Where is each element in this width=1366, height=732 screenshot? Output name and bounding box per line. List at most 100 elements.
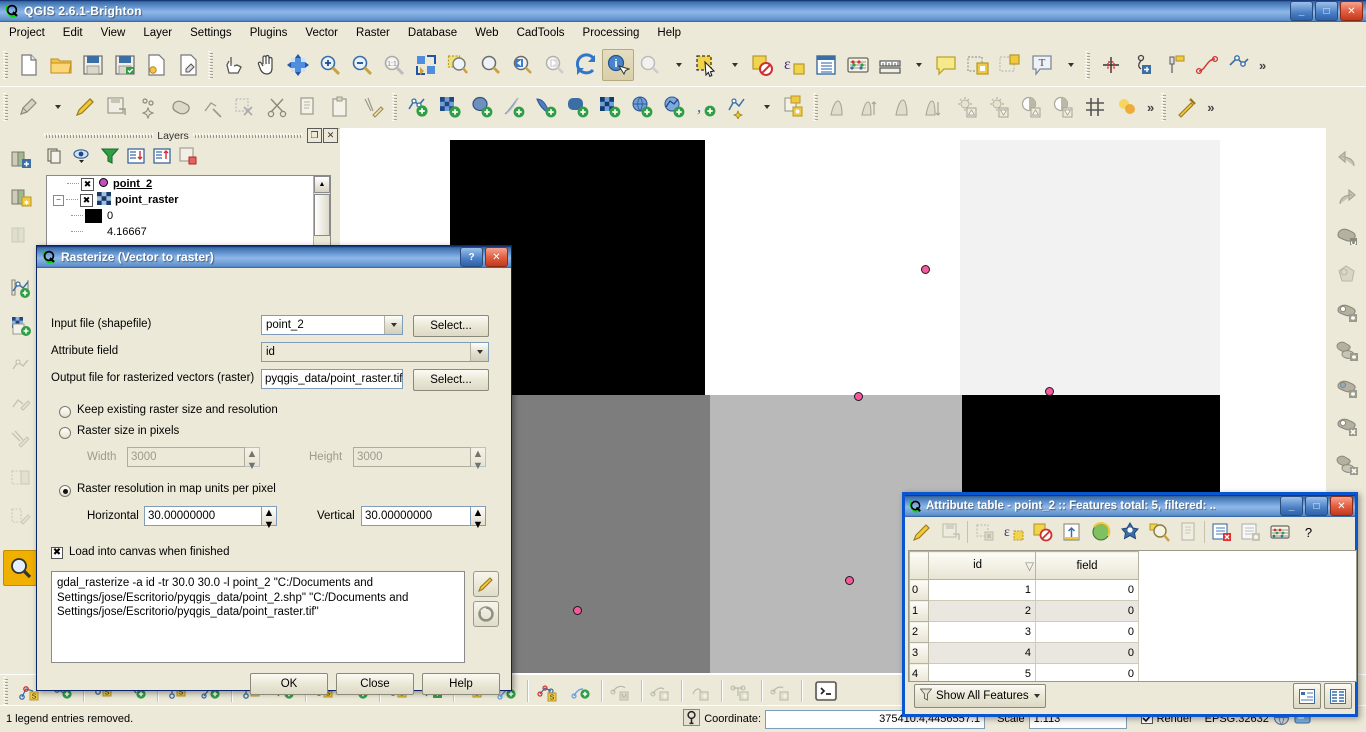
georeferencer-icon[interactable] [1079,91,1111,123]
help-dialog-button[interactable]: Help [422,673,500,695]
table-row[interactable]: 010 [909,579,1148,601]
show-all-features-button[interactable]: Show All Features [914,684,1046,708]
cad-parallel-icon[interactable] [1159,49,1191,81]
zoom-to-layer-icon[interactable] [474,49,506,81]
ok-button[interactable]: OK [250,673,328,695]
current-edits-icon[interactable] [13,91,45,123]
gdal-command-textarea[interactable]: gdal_rasterize -a id -tr 30.0 30.0 -l po… [51,571,465,663]
toolbar-grip-navigation[interactable] [208,51,215,79]
edit-command-icon[interactable] [473,571,499,597]
cumulative-cut-stretch-icon[interactable] [887,91,919,123]
table-view-icon[interactable] [1324,683,1352,709]
chevron-down-measure-icon[interactable] [906,49,930,81]
output-file-select-button[interactable]: Select... [413,369,489,391]
decrease-contrast-icon[interactable] [1047,91,1079,123]
menu-processing[interactable]: Processing [574,25,649,41]
menu-plugins[interactable]: Plugins [241,25,297,41]
increase-contrast-icon[interactable] [1015,91,1047,123]
add-part-icon[interactable] [1329,332,1365,368]
dialog-help-button[interactable]: ? [460,247,483,267]
attr-maximize-button[interactable]: □ [1305,496,1328,516]
move-feature-icon[interactable] [165,91,197,123]
horizontal-input[interactable]: 30.00000000 [144,506,262,526]
close-dialog-button[interactable]: Close [336,673,414,695]
scroll-up-icon[interactable]: ▲ [314,176,330,193]
add-vector-layer-icon[interactable] [402,91,434,123]
toolbar-grip-cad[interactable] [1085,51,1092,79]
toolbar-grip-digitizing[interactable] [3,93,10,121]
select-by-expression-icon[interactable]: ε [778,49,810,81]
undo-icon[interactable] [1329,142,1365,178]
chevron-down-annotation-icon[interactable] [1058,49,1082,81]
layer-item-point_raster[interactable]: − ✖ point_raster [47,192,330,208]
remove-layer-icon[interactable] [178,146,198,169]
add-delimited-text-layer-icon[interactable]: , [690,91,722,123]
pan-map-icon[interactable] [250,49,282,81]
rotate-feature-icon[interactable] [1329,218,1365,254]
simplify-feature-icon[interactable] [1329,256,1365,292]
chevron-down-edits-icon[interactable] [45,91,69,123]
load-canvas-checkbox[interactable]: ✖ [51,547,63,559]
touch-zoom-icon[interactable] [218,49,250,81]
cad-add-curve-icon[interactable] [565,678,599,704]
maximize-button[interactable]: □ [1315,1,1338,21]
attr-help-icon[interactable]: ? [1294,519,1323,545]
magnifier-left-icon[interactable] [3,550,39,586]
zoom-next-icon[interactable] [538,49,570,81]
cad-tools-icon[interactable] [357,91,389,123]
topology-tool-icon[interactable] [725,678,759,704]
new-print-composer-icon[interactable] [141,49,173,81]
zoom-out-icon[interactable] [346,49,378,81]
chevron-down-select-icon[interactable] [722,49,746,81]
cad-curve-icon[interactable] [1191,49,1223,81]
menu-web[interactable]: Web [466,25,507,41]
close-panel-button[interactable]: ✕ [323,128,339,143]
toolbar-overflow-button[interactable]: » [1255,58,1270,73]
width-spinner[interactable]: ▲ ▼ [245,447,260,472]
python-console-icon[interactable] [809,678,843,704]
vertical-spinner[interactable]: ▲ ▼ [471,506,486,531]
zoom-full-icon[interactable] [410,49,442,81]
histogram-stretch-icon[interactable] [823,91,855,123]
add-wcs-layer-icon[interactable] [594,91,626,123]
manage-visibility-icon[interactable] [72,146,94,169]
edit-layer-left-icon[interactable] [3,384,39,420]
add-mssql-layer-icon[interactable] [530,91,562,123]
attr-minimize-button[interactable]: _ [1280,496,1303,516]
cad-node-icon[interactable] [1223,49,1255,81]
undock-panel-button[interactable]: ❐ [307,128,323,143]
row-header[interactable]: 0 [909,579,929,601]
composer-manager-icon[interactable] [173,49,205,81]
toolbar-grip-plugins[interactable] [1161,93,1169,121]
attribute-table[interactable]: id ▽ field 0 1 0 1 2 0 2 3 0 3 4 0 4 5 0 [909,551,1148,681]
add-wfs-layer-icon[interactable] [658,91,690,123]
cut-features-icon[interactable] [261,91,293,123]
new-project-icon[interactable] [13,49,45,81]
measure-line-icon[interactable] [874,49,906,81]
cell-id[interactable]: 4 [928,642,1036,664]
select-by-expression-icon[interactable] [1115,519,1144,545]
table-row[interactable]: 450 [909,663,1148,681]
table-row[interactable]: 120 [909,600,1148,622]
delete-column-icon[interactable] [1207,519,1236,545]
open-calculator-icon[interactable] [1265,519,1294,545]
cad-insert-point-icon[interactable] [1127,49,1159,81]
layer-checkbox-raster[interactable]: ✖ [80,193,93,207]
scroll-thumb[interactable] [314,194,330,236]
menu-layer[interactable]: Layer [134,25,181,41]
copy-features-icon[interactable] [1173,519,1202,545]
zoom-in-icon[interactable] [314,49,346,81]
menu-settings[interactable]: Settings [181,25,241,41]
output-file-input[interactable]: pyqgis_data/point_raster.tif [261,369,403,389]
horizontal-spinner[interactable]: ▲ ▼ [262,506,277,531]
raster-resolution-radio[interactable] [59,485,71,497]
chevron-down-filter-icon[interactable] [1033,694,1040,698]
delete-selected-icon[interactable] [229,91,261,123]
add-layer-disabled-icon[interactable] [3,218,39,254]
cell-id[interactable]: 2 [928,600,1036,622]
width-input[interactable]: 3000 [127,447,245,467]
cell-field[interactable]: 0 [1035,642,1139,664]
plugin-builder-icon[interactable] [1171,91,1203,123]
new-shapefile-layer-icon[interactable] [722,91,754,123]
menu-database[interactable]: Database [399,25,466,41]
